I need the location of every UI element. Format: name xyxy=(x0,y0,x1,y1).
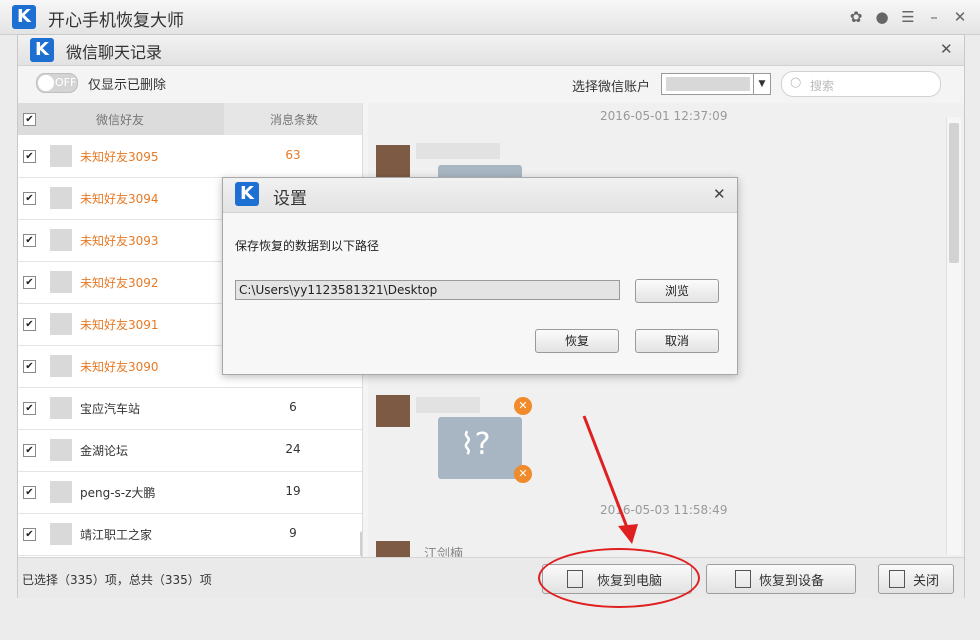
annotation-ellipse xyxy=(538,548,700,608)
annotation-arrow-line xyxy=(582,415,630,531)
annotation-arrow xyxy=(582,415,638,544)
annotation-arrow-head xyxy=(618,524,638,544)
